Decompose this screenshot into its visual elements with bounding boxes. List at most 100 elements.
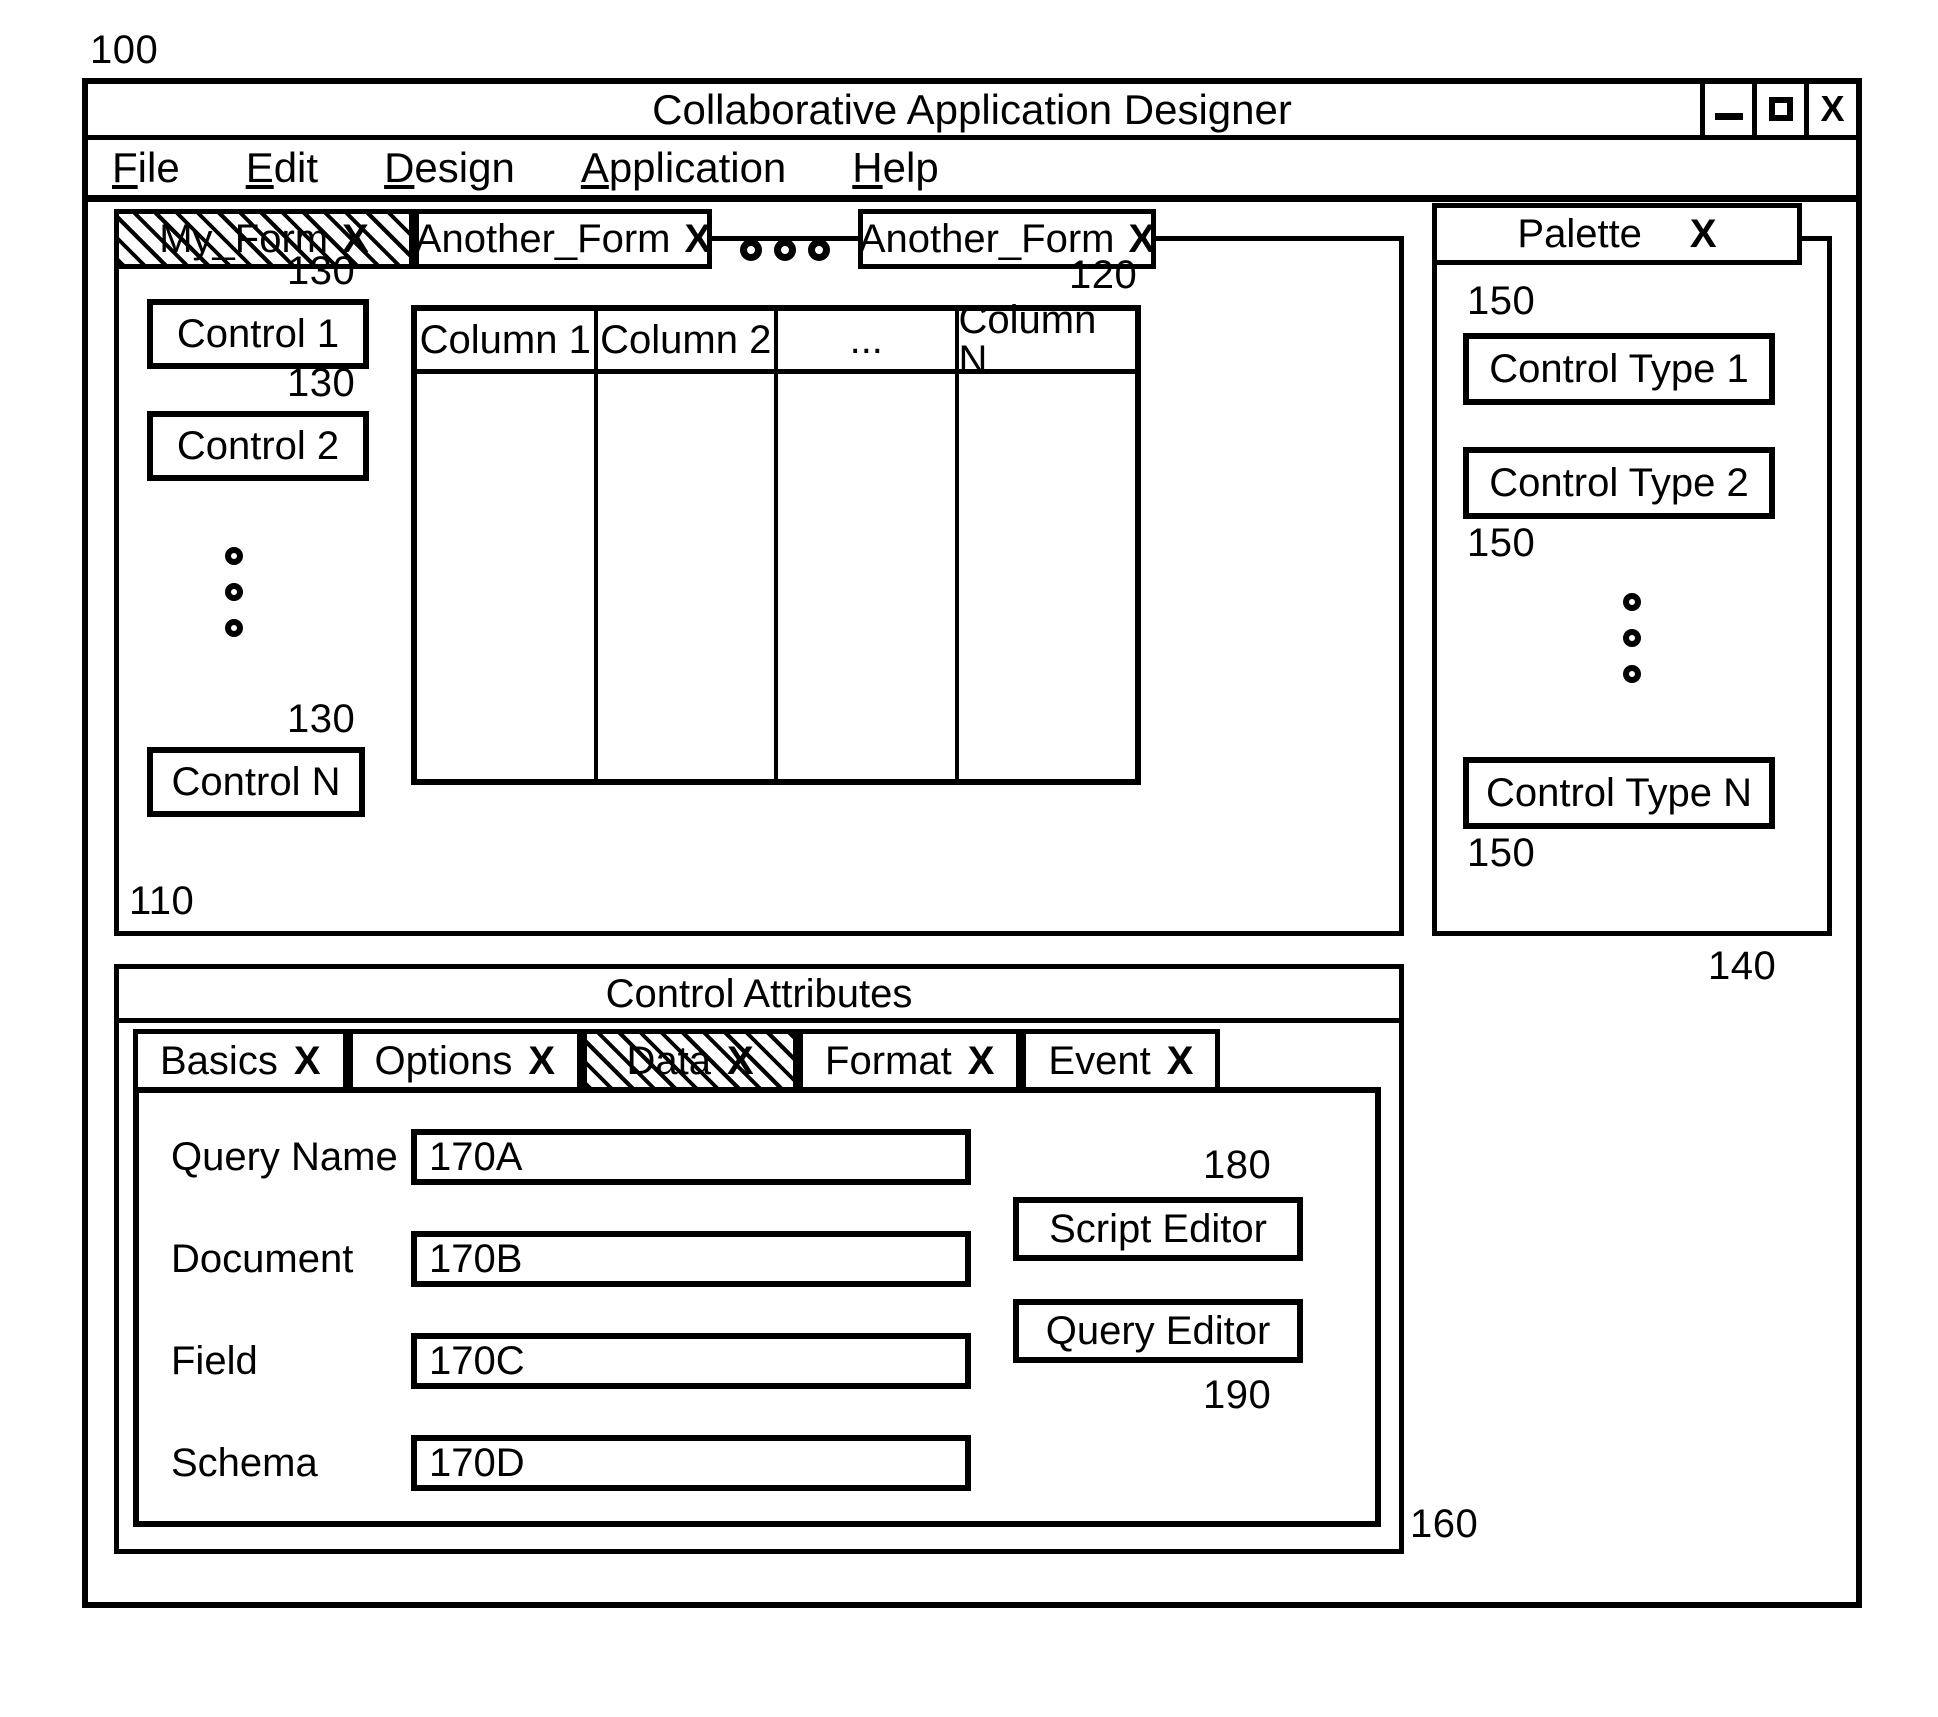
attr-tab-label: Data — [626, 1039, 711, 1083]
attr-tab-label: Basics — [160, 1039, 278, 1083]
form-tab-close-icon[interactable]: X — [685, 219, 712, 259]
attr-tab-close-icon[interactable]: X — [1167, 1041, 1194, 1081]
menu-accel: D — [384, 143, 415, 191]
attributes-body: Query Name 170A Document 170B Field 170C… — [133, 1087, 1381, 1527]
table-cell[interactable] — [598, 374, 778, 779]
attributes-title-bar: Control Attributes — [119, 969, 1399, 1023]
field-row-query-name: Query Name 170A — [171, 1129, 1171, 1185]
ellipsis-dot-icon — [1623, 629, 1641, 647]
palette-item-control-type-n[interactable]: Control Type N — [1463, 757, 1775, 829]
control-ref-130-c: 130 — [287, 697, 356, 741]
form-panel-ref-110: 110 — [129, 879, 195, 923]
palette-item-control-type-2[interactable]: Control Type 2 — [1463, 447, 1775, 519]
menu-label: ile — [137, 143, 180, 191]
palette-panel: Palette X 150 Control Type 1 Control Typ… — [1432, 203, 1832, 936]
attributes-panel-ref-160: 160 — [1410, 1502, 1479, 1546]
data-table[interactable]: Column 1 Column 2 ... Column N — [411, 300, 1141, 785]
menu-bar: File Edit Design Application Help — [88, 140, 1856, 202]
menu-item-edit[interactable]: Edit — [245, 143, 319, 191]
form-tab-my-form[interactable]: My_Form X — [114, 209, 414, 269]
form-tab-another-form-1[interactable]: Another_Form X — [414, 209, 712, 269]
palette-item-ref-150-a: 150 — [1467, 279, 1536, 323]
form-controls-ellipsis-icon — [225, 547, 243, 637]
ellipsis-dot-icon — [225, 619, 243, 637]
ellipsis-dot-icon — [1623, 665, 1641, 683]
maximize-button[interactable] — [1752, 83, 1804, 135]
palette-close-icon[interactable]: X — [1690, 214, 1717, 254]
form-control-2[interactable]: Control 2 — [147, 411, 369, 481]
ellipsis-dot-icon — [808, 239, 830, 261]
document-input[interactable]: 170B — [411, 1231, 971, 1287]
script-editor-button[interactable]: Script Editor — [1013, 1197, 1303, 1261]
attr-tab-label: Event — [1048, 1039, 1151, 1083]
menu-item-file[interactable]: File — [112, 143, 180, 191]
ellipsis-dot-icon — [740, 239, 762, 261]
palette-item-ref-150-b: 150 — [1467, 521, 1536, 565]
menu-label: elp — [882, 143, 939, 191]
attr-tab-close-icon[interactable]: X — [294, 1041, 321, 1081]
menu-label: dit — [273, 143, 319, 191]
attr-tab-format[interactable]: Format X — [798, 1029, 1022, 1093]
table-cell[interactable] — [959, 374, 1136, 779]
attributes-title-label: Control Attributes — [605, 971, 913, 1016]
ellipsis-dot-icon — [1623, 593, 1641, 611]
menu-accel: H — [852, 143, 883, 191]
attributes-tab-strip: Basics X Options X Data X Format X Event… — [133, 1025, 1221, 1093]
palette-item-control-type-1[interactable]: Control Type 1 — [1463, 333, 1775, 405]
menu-item-design[interactable]: Design — [384, 143, 515, 191]
application-window: Collaborative Application Designer X Fil… — [82, 78, 1862, 1608]
menu-item-help[interactable]: Help — [852, 143, 939, 191]
window-title: Collaborative Application Designer — [652, 85, 1292, 133]
table-cell[interactable] — [417, 374, 598, 779]
table-body[interactable] — [417, 374, 1135, 779]
menu-item-application[interactable]: Application — [580, 143, 787, 191]
menu-accel: F — [112, 143, 138, 191]
field-row-schema: Schema 170D — [171, 1435, 1171, 1491]
form-tabs-ellipsis-icon — [740, 239, 830, 261]
schema-input[interactable]: 170D — [411, 1435, 971, 1491]
palette-ellipsis-icon — [1623, 593, 1641, 683]
attr-tab-basics[interactable]: Basics X — [133, 1029, 348, 1093]
field-input[interactable]: 170C — [411, 1333, 971, 1389]
table-header-row: Column 1 Column 2 ... Column N — [417, 300, 1136, 380]
form-control-1[interactable]: Control 1 — [147, 299, 369, 369]
table-header-cell[interactable]: Column N — [959, 300, 1136, 380]
menu-label: pplication — [608, 143, 787, 191]
form-tab-label: Another_Form — [414, 217, 671, 261]
attr-tab-label: Options — [374, 1039, 513, 1083]
attr-tab-options[interactable]: Options X — [347, 1029, 583, 1093]
table-header-cell[interactable]: Column 1 — [417, 311, 598, 369]
query-name-input[interactable]: 170A — [411, 1129, 971, 1185]
menu-accel: A — [580, 143, 609, 191]
close-button[interactable]: X — [1804, 83, 1856, 135]
control-ref-130-b: 130 — [287, 361, 356, 405]
table-header-cell[interactable]: Column 2 — [598, 311, 778, 369]
table-header-cell[interactable]: ... — [778, 311, 959, 369]
table-cell[interactable] — [778, 374, 959, 779]
attr-tab-event[interactable]: Event X — [1021, 1029, 1221, 1093]
attr-tab-close-icon[interactable]: X — [528, 1041, 555, 1081]
figure-ref-100: 100 — [90, 28, 159, 72]
menu-label: esign — [414, 143, 515, 191]
palette-title-label: Palette — [1517, 212, 1642, 256]
attr-tab-close-icon[interactable]: X — [968, 1041, 995, 1081]
ellipsis-dot-icon — [774, 239, 796, 261]
ellipsis-dot-icon — [225, 547, 243, 565]
query-editor-ref-190: 190 — [1203, 1373, 1272, 1417]
minimize-button[interactable] — [1700, 83, 1752, 135]
table-ref-120: 120 — [1069, 253, 1138, 297]
palette-body: 150 Control Type 1 Control Type 2 150 Co… — [1437, 267, 1827, 931]
attr-tab-close-icon[interactable]: X — [727, 1041, 754, 1081]
attr-tab-label: Format — [825, 1039, 952, 1083]
query-editor-button[interactable]: Query Editor — [1013, 1299, 1303, 1363]
menu-accel: E — [245, 143, 274, 191]
palette-title-bar: Palette X — [1432, 203, 1802, 265]
window-controls: X — [1700, 83, 1856, 135]
control-ref-130-a: 130 — [287, 249, 356, 293]
field-label-query-name: Query Name — [171, 1135, 398, 1179]
form-control-n[interactable]: Control N — [147, 747, 365, 817]
palette-panel-ref-140: 140 — [1708, 944, 1777, 988]
minimize-icon — [1714, 112, 1743, 120]
field-label-document: Document — [171, 1237, 354, 1281]
attr-tab-data[interactable]: Data X — [582, 1029, 799, 1093]
